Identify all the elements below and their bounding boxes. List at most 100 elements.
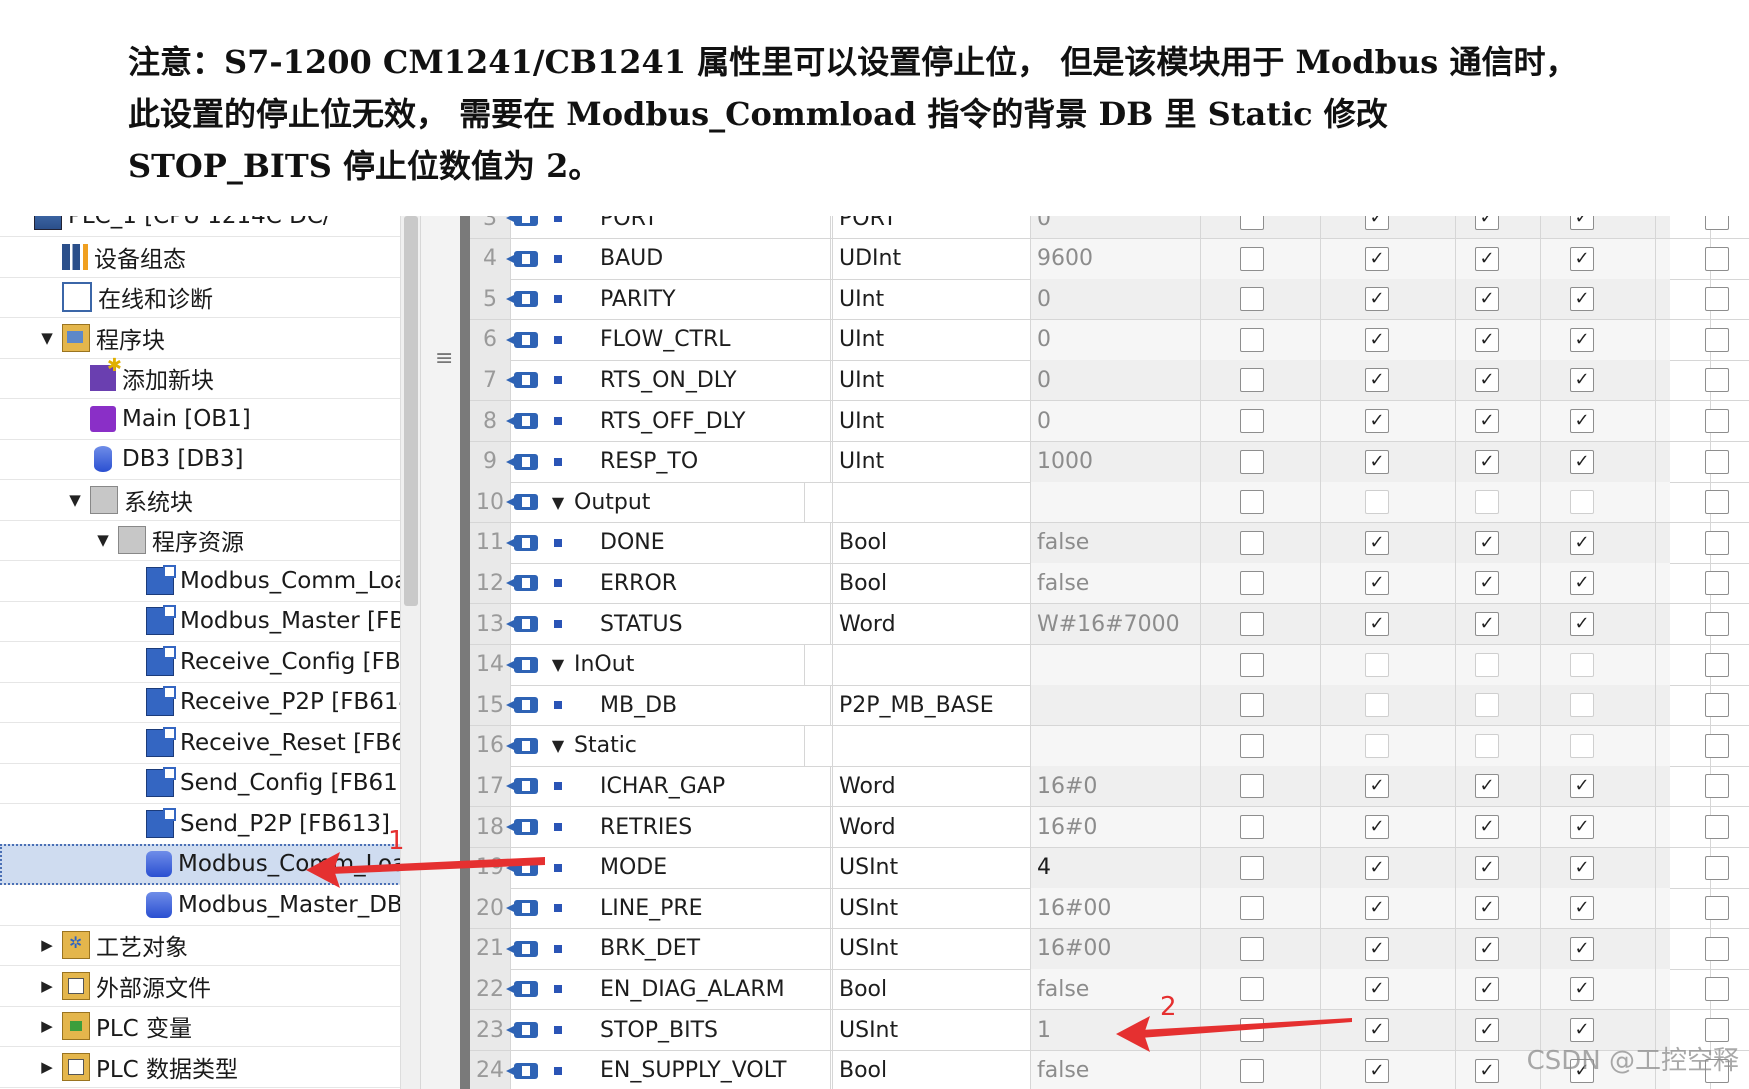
attribute-checkbox[interactable] [1705, 287, 1729, 312]
variable-name[interactable]: EN_SUPPLY_VOLT [570, 1050, 831, 1089]
table-row[interactable]: 8 RTS_OFF_DLY UInt 0 [470, 401, 1749, 442]
attribute-checkbox[interactable] [1705, 977, 1729, 1002]
attribute-checkbox[interactable] [1240, 1018, 1264, 1042]
start-value[interactable]: 16#0 [1030, 766, 1207, 807]
start-value[interactable] [1030, 644, 1207, 685]
tree-item[interactable]: ▶ PLC 数据类型 [0, 1047, 438, 1088]
attribute-checkbox[interactable] [1240, 612, 1264, 636]
attribute-checkbox[interactable] [1365, 409, 1389, 433]
attribute-checkbox[interactable] [1240, 774, 1264, 799]
table-row[interactable]: 5 PARITY UInt 0 [470, 279, 1749, 321]
attribute-checkbox[interactable] [1365, 815, 1389, 839]
data-type[interactable]: USInt [832, 1010, 1009, 1050]
attribute-checkbox[interactable] [1705, 774, 1729, 799]
attribute-checkbox[interactable] [1475, 936, 1499, 961]
attribute-checkbox[interactable] [1365, 246, 1389, 271]
data-type[interactable]: Word [832, 604, 1009, 644]
data-type[interactable]: Word [832, 766, 1009, 807]
attribute-checkbox[interactable] [1705, 409, 1729, 433]
attribute-checkbox[interactable] [1475, 530, 1499, 555]
triangle-down-icon[interactable]: ▼ [552, 493, 564, 512]
table-row[interactable]: 13 STATUS Word W#16#7000 [470, 604, 1749, 645]
start-value[interactable]: false [1030, 563, 1207, 604]
start-value[interactable]: 16#00 [1030, 928, 1207, 969]
variable-name[interactable]: BAUD [570, 238, 831, 279]
variable-name[interactable]: RTS_OFF_DLY [570, 401, 831, 441]
tree-item[interactable]: ▶ 工艺对象 [0, 925, 438, 966]
section-row[interactable]: 16 ▼ Static [470, 725, 1749, 767]
attribute-checkbox[interactable] [1475, 815, 1499, 839]
section-row[interactable]: 14 ▼ InOut [470, 644, 1749, 686]
attribute-checkbox[interactable] [1570, 733, 1594, 758]
attribute-checkbox[interactable] [1240, 409, 1264, 433]
attribute-checkbox[interactable] [1705, 327, 1729, 352]
attribute-checkbox[interactable] [1570, 693, 1594, 718]
triangle-down-icon[interactable]: ▼ [552, 655, 564, 674]
start-value[interactable]: false [1030, 1050, 1207, 1089]
attribute-checkbox[interactable] [1240, 896, 1264, 921]
attribute-checkbox[interactable] [1475, 216, 1499, 230]
tree-item[interactable]: Modbus_Master [FB641] [0, 601, 438, 642]
data-type[interactable]: UInt [832, 360, 1009, 401]
attribute-checkbox[interactable] [1240, 571, 1264, 596]
attribute-checkbox[interactable] [1705, 855, 1729, 880]
attribute-checkbox[interactable] [1475, 652, 1499, 677]
variable-name[interactable]: DONE [570, 522, 831, 563]
table-row[interactable]: 4 BAUD UDInt 9600 [470, 238, 1749, 280]
tree-scrollbar-thumb[interactable] [404, 216, 418, 606]
data-type[interactable]: USInt [832, 928, 1009, 969]
attribute-checkbox[interactable] [1570, 287, 1594, 312]
attribute-checkbox[interactable] [1570, 530, 1594, 555]
attribute-checkbox[interactable] [1570, 246, 1594, 271]
table-row[interactable]: 20 LINE_PRE USInt 16#00 [470, 888, 1749, 930]
variable-name[interactable]: RESP_TO [570, 441, 831, 482]
start-value[interactable]: 1000 [1030, 441, 1207, 482]
tree-item[interactable]: PLC_1 [CPU 1214C DC/DC/DC] [0, 216, 438, 237]
data-type[interactable] [832, 725, 1009, 766]
attribute-checkbox[interactable] [1705, 246, 1729, 271]
section-collapse-icon[interactable]: ▼ [548, 645, 568, 685]
attribute-checkbox[interactable] [1705, 530, 1729, 555]
start-value[interactable]: false [1030, 969, 1207, 1010]
attribute-checkbox[interactable] [1240, 936, 1264, 961]
data-type[interactable] [832, 644, 1009, 685]
attribute-checkbox[interactable] [1705, 216, 1729, 230]
attribute-checkbox[interactable] [1570, 612, 1594, 636]
start-value[interactable]: 0 [1030, 401, 1207, 441]
collapse-arrow-icon[interactable]: ▼ [96, 531, 110, 549]
attribute-checkbox[interactable] [1570, 490, 1594, 515]
attribute-checkbox[interactable] [1705, 693, 1729, 718]
tree-item[interactable]: Receive_Reset [FB617] [0, 723, 438, 764]
attribute-checkbox[interactable] [1705, 936, 1729, 961]
data-type[interactable]: Bool [832, 522, 1009, 563]
attribute-checkbox[interactable] [1240, 693, 1264, 718]
tree-item[interactable]: Receive_Config [FB612] [0, 642, 438, 683]
section-collapse-icon[interactable]: ▼ [548, 482, 568, 522]
variable-name[interactable]: STATUS [570, 604, 831, 644]
start-value[interactable] [1030, 482, 1207, 523]
data-type[interactable]: UInt [832, 401, 1009, 441]
attribute-checkbox[interactable] [1705, 449, 1729, 474]
attribute-checkbox[interactable] [1365, 693, 1389, 718]
attribute-checkbox[interactable] [1240, 368, 1264, 393]
attribute-checkbox[interactable] [1365, 733, 1389, 758]
attribute-checkbox[interactable] [1240, 327, 1264, 352]
attribute-checkbox[interactable] [1475, 490, 1499, 515]
table-row[interactable]: 12 ERROR Bool false [470, 563, 1749, 605]
attribute-checkbox[interactable] [1365, 327, 1389, 352]
variable-name[interactable]: RETRIES [570, 807, 831, 847]
tree-item[interactable]: Modbus_Comm_Load_DB [0, 844, 438, 885]
table-row[interactable]: 9 RESP_TO UInt 1000 [470, 441, 1749, 483]
attribute-checkbox[interactable] [1240, 530, 1264, 555]
variable-name[interactable]: PARITY [570, 279, 831, 320]
data-type[interactable]: USInt [832, 888, 1009, 929]
attribute-checkbox[interactable] [1570, 1018, 1594, 1042]
attribute-checkbox[interactable] [1475, 733, 1499, 758]
data-type[interactable] [832, 482, 1009, 523]
attribute-checkbox[interactable] [1365, 977, 1389, 1002]
attribute-checkbox[interactable] [1365, 855, 1389, 880]
table-row[interactable]: 6 FLOW_CTRL UInt 0 [470, 319, 1749, 361]
collapse-arrow-icon[interactable]: ▼ [40, 329, 54, 347]
attribute-checkbox[interactable] [1705, 490, 1729, 515]
attribute-checkbox[interactable] [1475, 1018, 1499, 1042]
